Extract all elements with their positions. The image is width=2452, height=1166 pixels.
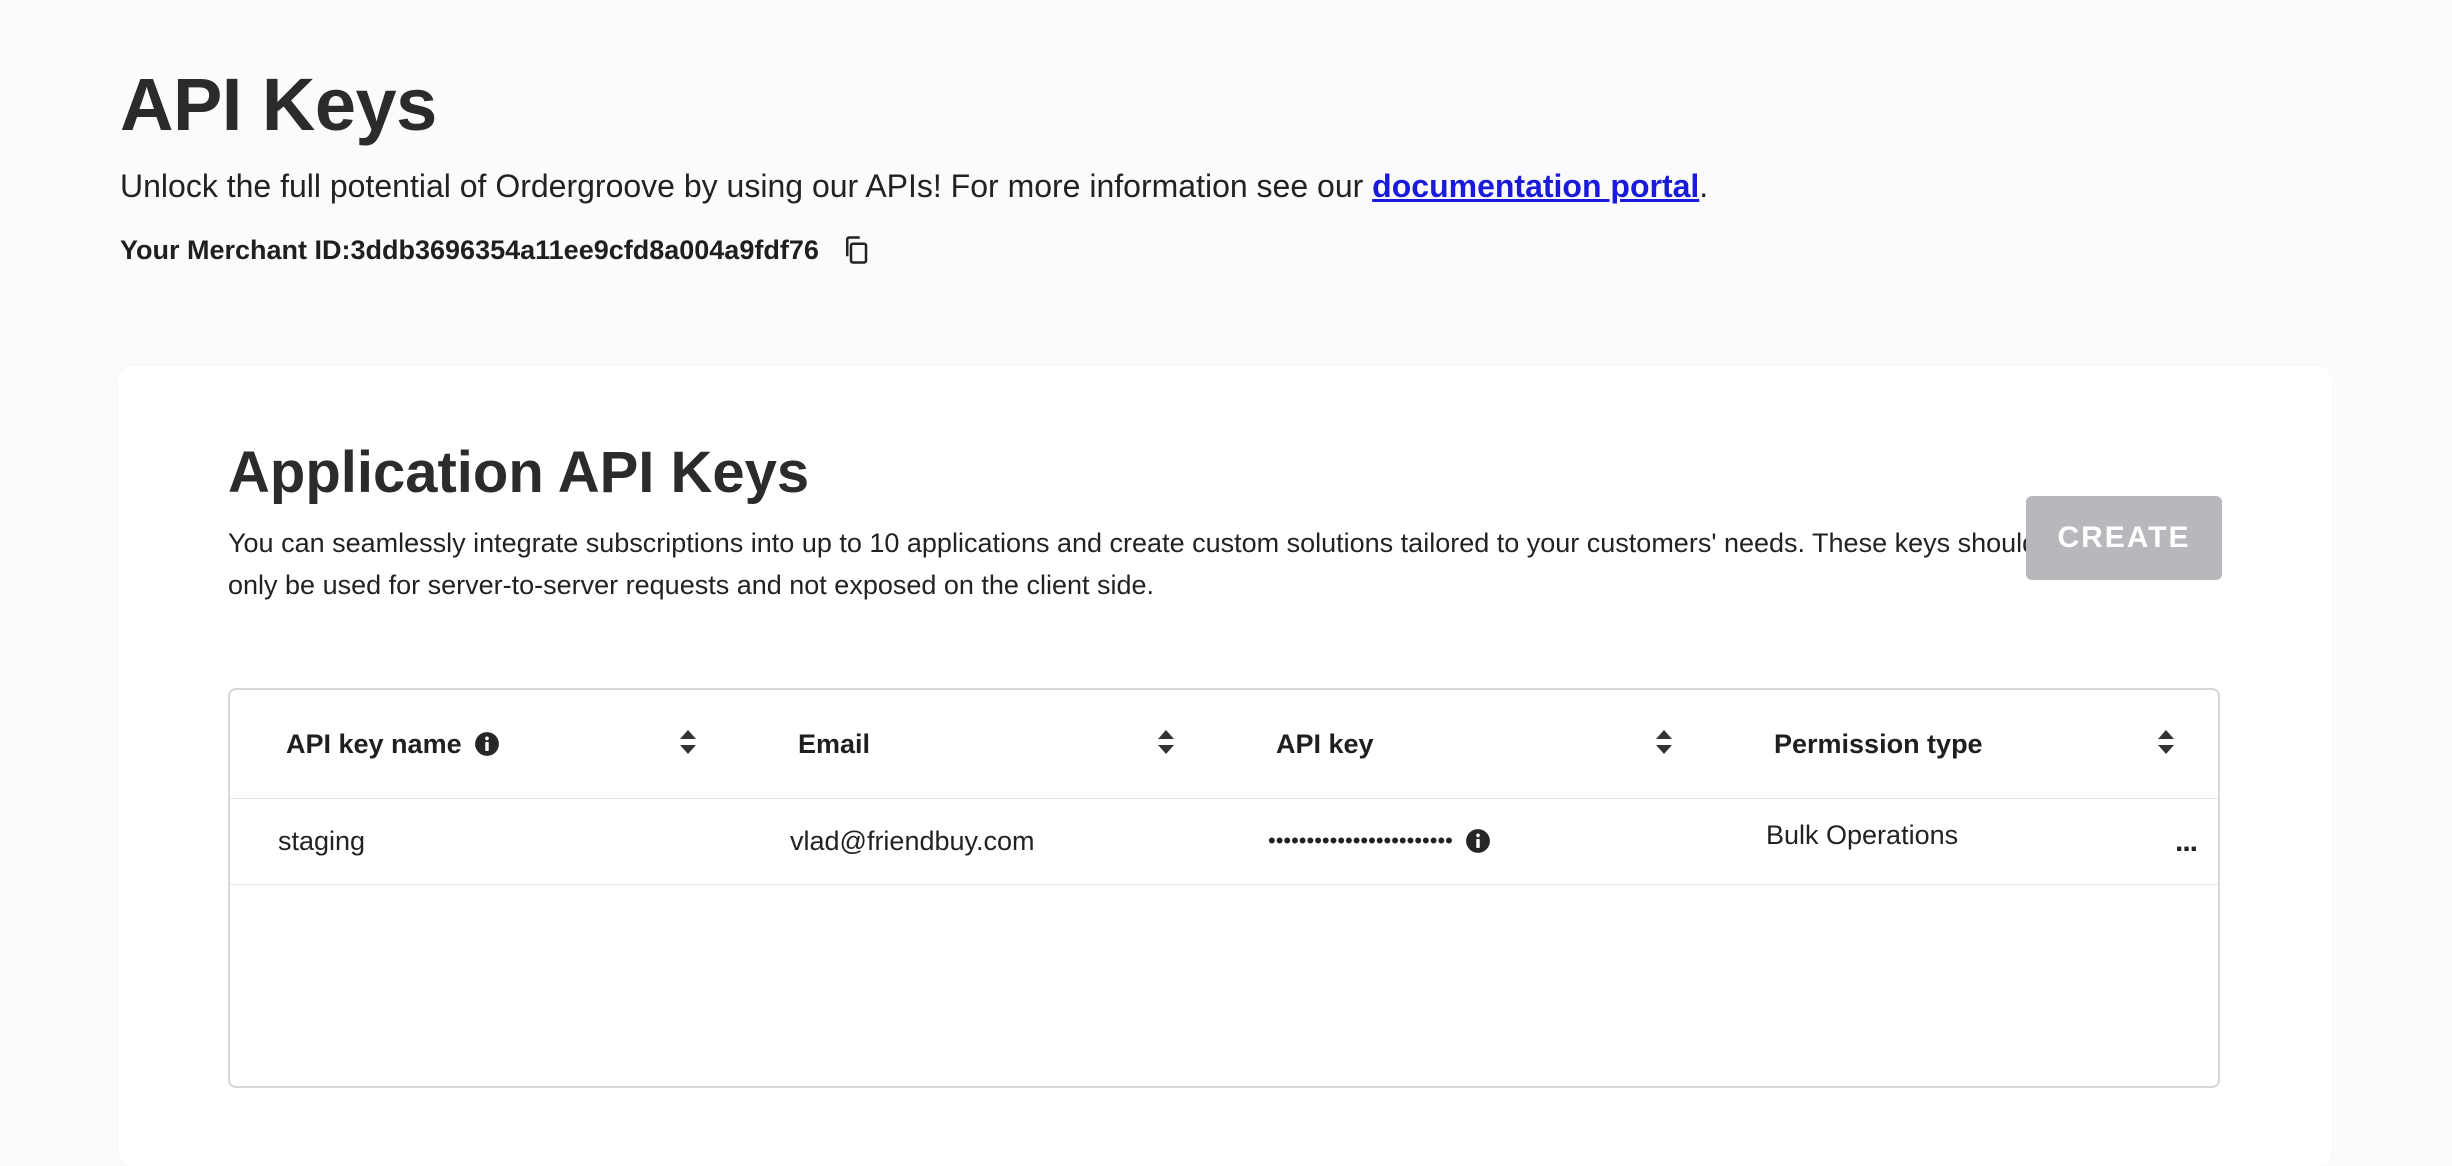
column-label: API key name: [286, 728, 462, 759]
api-keys-table: API key name Email API key Permission ty…: [228, 688, 2220, 1088]
masked-api-key: ••••••••••••••••••••••••: [1268, 828, 1453, 853]
cell-api-key: ••••••••••••••••••••••••: [1268, 798, 1491, 884]
column-header-permission-type[interactable]: Permission type: [1774, 690, 1983, 798]
sort-icon[interactable]: [1156, 728, 1176, 756]
column-label: API key: [1276, 728, 1374, 759]
section-description: You can seamlessly integrate subscriptio…: [228, 528, 2038, 600]
merchant-id-row: Your Merchant ID: 3ddb3696354a11ee9cfd8a…: [120, 230, 871, 270]
documentation-portal-link[interactable]: documentation portal: [1372, 168, 1699, 204]
intro-text: Unlock the full potential of Ordergroove…: [120, 164, 1708, 208]
section-title: Application API Keys: [228, 440, 810, 505]
table-header: API key name Email API key Permission ty…: [230, 690, 2218, 799]
column-label: Email: [798, 728, 871, 759]
merchant-id-label: Your Merchant ID:: [120, 235, 351, 265]
intro-suffix: .: [1699, 168, 1709, 204]
sort-icon[interactable]: [2156, 728, 2176, 756]
column-header-api-key[interactable]: API key: [1276, 690, 1374, 798]
page-title: API Keys: [120, 63, 437, 146]
info-icon[interactable]: [1465, 828, 1491, 854]
merchant-id-value: 3ddb3696354a11ee9cfd8a004a9fdf76: [350, 235, 819, 265]
create-button[interactable]: CREATE: [2026, 496, 2222, 580]
application-api-keys-card: Application API Keys You can seamlessly …: [118, 366, 2332, 1166]
intro-prefix: Unlock the full potential of Ordergroove…: [120, 168, 1373, 204]
cell-permission-type: Bulk Operations: [1766, 819, 1959, 850]
sort-icon[interactable]: [1654, 728, 1674, 756]
copy-icon[interactable]: [841, 235, 871, 265]
column-label: Permission type: [1774, 728, 1983, 759]
cell-api-key-name: staging: [278, 825, 366, 856]
sort-icon[interactable]: [678, 728, 698, 756]
more-icon[interactable]: ...: [2166, 822, 2206, 862]
column-header-email[interactable]: Email: [798, 690, 870, 798]
table-row: staging vlad@friendbuy.com •••••••••••••…: [230, 798, 2218, 885]
cell-email: vlad@friendbuy.com: [790, 825, 1035, 856]
info-icon[interactable]: [474, 731, 500, 757]
column-header-api-key-name[interactable]: API key name: [286, 690, 500, 798]
